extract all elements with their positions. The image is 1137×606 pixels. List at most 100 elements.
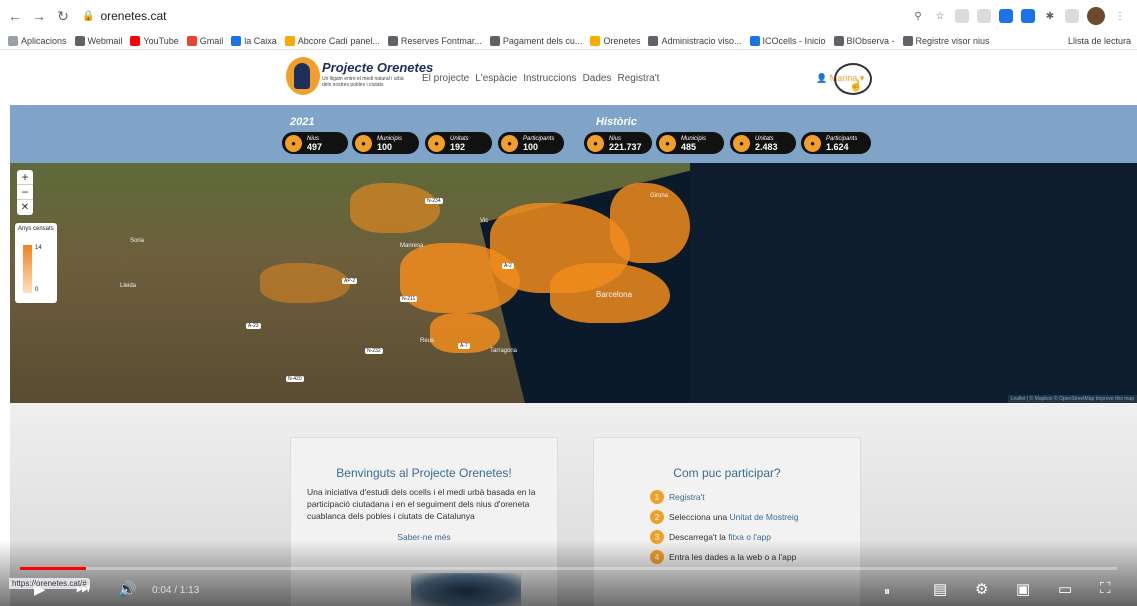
urban-area [260, 263, 350, 303]
subtitles-icon[interactable]: ▤ [933, 580, 947, 598]
profile-avatar[interactable] [1087, 7, 1105, 25]
road-label: N-232 [365, 348, 383, 354]
stat-text: Nius 221.737 [609, 135, 642, 152]
road-label: A-7 [458, 343, 470, 349]
extension-icon[interactable] [977, 9, 991, 23]
step-number: 1 [650, 490, 664, 504]
stat-value: 192 [450, 142, 466, 152]
stat-value: 100 [377, 142, 393, 152]
bookmark-item[interactable]: Aplicacions [8, 35, 67, 46]
map-attribution[interactable]: Leaflet | © Mapbox © OpenStreetMap Impro… [1007, 395, 1137, 403]
zoom-in-button[interactable]: + [17, 170, 33, 185]
nav-item[interactable]: Instruccions [523, 73, 576, 84]
stat-text: Participants 100 [523, 135, 554, 152]
media-icon[interactable] [1065, 9, 1079, 23]
bookmark-favicon-icon [74, 35, 85, 46]
road-label: N-211 [400, 296, 418, 302]
bookmark-item[interactable]: Orenetes [590, 35, 641, 46]
bookmark-item[interactable]: BIObserva - [833, 35, 895, 46]
player-controls-shadow [0, 540, 1137, 606]
play-icon[interactable]: ▶ [34, 580, 46, 598]
bookmark-item[interactable]: YouTube [130, 35, 179, 46]
fullscreen-icon[interactable]: ✕ [17, 200, 33, 215]
bookmark-label: Reserves Fontmar... [400, 35, 482, 46]
legend-gradient [23, 245, 32, 293]
bookmark-label: Orenetes [603, 35, 641, 46]
bookmark-item[interactable]: Webmail [74, 35, 122, 46]
bird-icon: ● [285, 134, 302, 152]
bookmark-item[interactable]: Administracio viso... [648, 35, 742, 46]
nav-item[interactable]: El projecte [422, 73, 469, 84]
bookmark-label: Administracio viso... [661, 35, 742, 46]
star-icon[interactable]: ☆ [933, 9, 947, 23]
legend-max: 14 [35, 245, 42, 251]
zoom-out-button[interactable]: − [17, 185, 33, 200]
square-icon: ● [428, 134, 445, 152]
zoom-icon[interactable]: ⚲ [911, 9, 925, 23]
site-nav: El projecte L'espàcie Instruccions Dades Reg… [422, 73, 659, 84]
bookmark-item[interactable]: Gmail [186, 35, 223, 46]
bookmark-item[interactable]: Pagament dels cu... [489, 35, 582, 46]
url-text: orenetes.cat [100, 9, 167, 23]
stat-pill: ● Participants 100 [498, 132, 564, 154]
bookmark-item[interactable]: Abcore Cadí panel... [284, 35, 380, 46]
menu-dots-icon[interactable]: ⋮ [1113, 9, 1127, 23]
back-icon[interactable]: ← [6, 7, 24, 25]
nav-item[interactable]: Dades [583, 73, 612, 84]
nav-item[interactable]: L'espàcie [475, 73, 517, 84]
progress-played [20, 567, 86, 570]
address-bar[interactable]: 🔒 orenetes.cat [82, 5, 911, 27]
bookmark-item[interactable]: Registre visor nius [902, 35, 990, 46]
bookmark-item[interactable]: ICOcells - Inicio [749, 35, 826, 46]
nests-map[interactable]: Barcelona Tarragona Lleida Girona Vic Manres… [10, 163, 1137, 403]
extension-icon[interactable] [955, 9, 969, 23]
next-icon[interactable]: ⏭ [76, 580, 90, 597]
progress-bar[interactable] [20, 567, 1117, 570]
bookmark-item[interactable]: Reserves Fontmar... [387, 35, 482, 46]
miniplayer-icon[interactable]: ▣ [1016, 580, 1030, 598]
stat-value: 497 [307, 142, 323, 152]
building-icon: ● [659, 134, 676, 152]
theater-mode-icon[interactable]: ▭ [1058, 580, 1072, 598]
volume-icon[interactable]: 🔊 [118, 580, 137, 598]
stat-value: 100 [523, 142, 539, 152]
hand-cursor-icon: ☝ [849, 80, 863, 92]
step-link[interactable]: Registra't [669, 492, 705, 502]
road-label: A-2 [502, 263, 514, 269]
bookmark-label: Abcore Cadí panel... [297, 35, 380, 46]
people-icon: ● [804, 134, 821, 152]
bookmark-favicon-icon [231, 35, 242, 46]
puzzle-icon[interactable]: ✱ [1043, 9, 1057, 23]
stat-text: Municipis 100 [377, 135, 402, 152]
participate-title: Com puc participar? [673, 466, 781, 480]
logo-title[interactable]: Projecte Orenetes [322, 60, 433, 75]
bookmark-favicon-icon [749, 35, 760, 46]
stat-text: Participants 1.624 [826, 135, 857, 152]
autoplay-toggle[interactable]: ⏸ [884, 584, 890, 599]
history-label: Històric [596, 116, 637, 128]
place-label: Soria [130, 238, 145, 244]
settings-gear-icon[interactable]: ⚙ [975, 580, 988, 598]
fullscreen-icon[interactable]: ⛶ [1100, 580, 1111, 597]
reading-list-button[interactable]: Llista de lectura [1068, 36, 1131, 46]
stats-band: 2021 Històric ● Nius 497 ● Municipis 100 ● Unit… [10, 105, 1137, 163]
nav-item[interactable]: Registra't [617, 73, 659, 84]
place-label: Lleida [120, 283, 137, 289]
forward-icon[interactable]: → [30, 7, 48, 25]
swallow-logo-icon[interactable] [286, 57, 320, 95]
stat-text: Unitats 2.483 [755, 135, 778, 152]
step-link[interactable]: Unitat de Mostreig [730, 512, 799, 522]
extension-icon[interactable] [1021, 9, 1035, 23]
bookmark-item[interactable]: la Caixa [231, 35, 277, 46]
stat-pill: ● Participants 1.624 [801, 132, 871, 154]
place-label: Girona [650, 193, 669, 199]
stat-value: 2.483 [755, 142, 778, 152]
stat-value: 1.624 [826, 142, 849, 152]
bookmark-label: YouTube [143, 35, 179, 46]
extension-icon[interactable] [999, 9, 1013, 23]
building-icon: ● [355, 134, 372, 152]
bookmark-favicon-icon [284, 35, 295, 46]
bookmark-label: BIObserva - [846, 35, 895, 46]
place-label: Reus [420, 338, 435, 344]
reload-icon[interactable]: ↻ [54, 7, 72, 25]
